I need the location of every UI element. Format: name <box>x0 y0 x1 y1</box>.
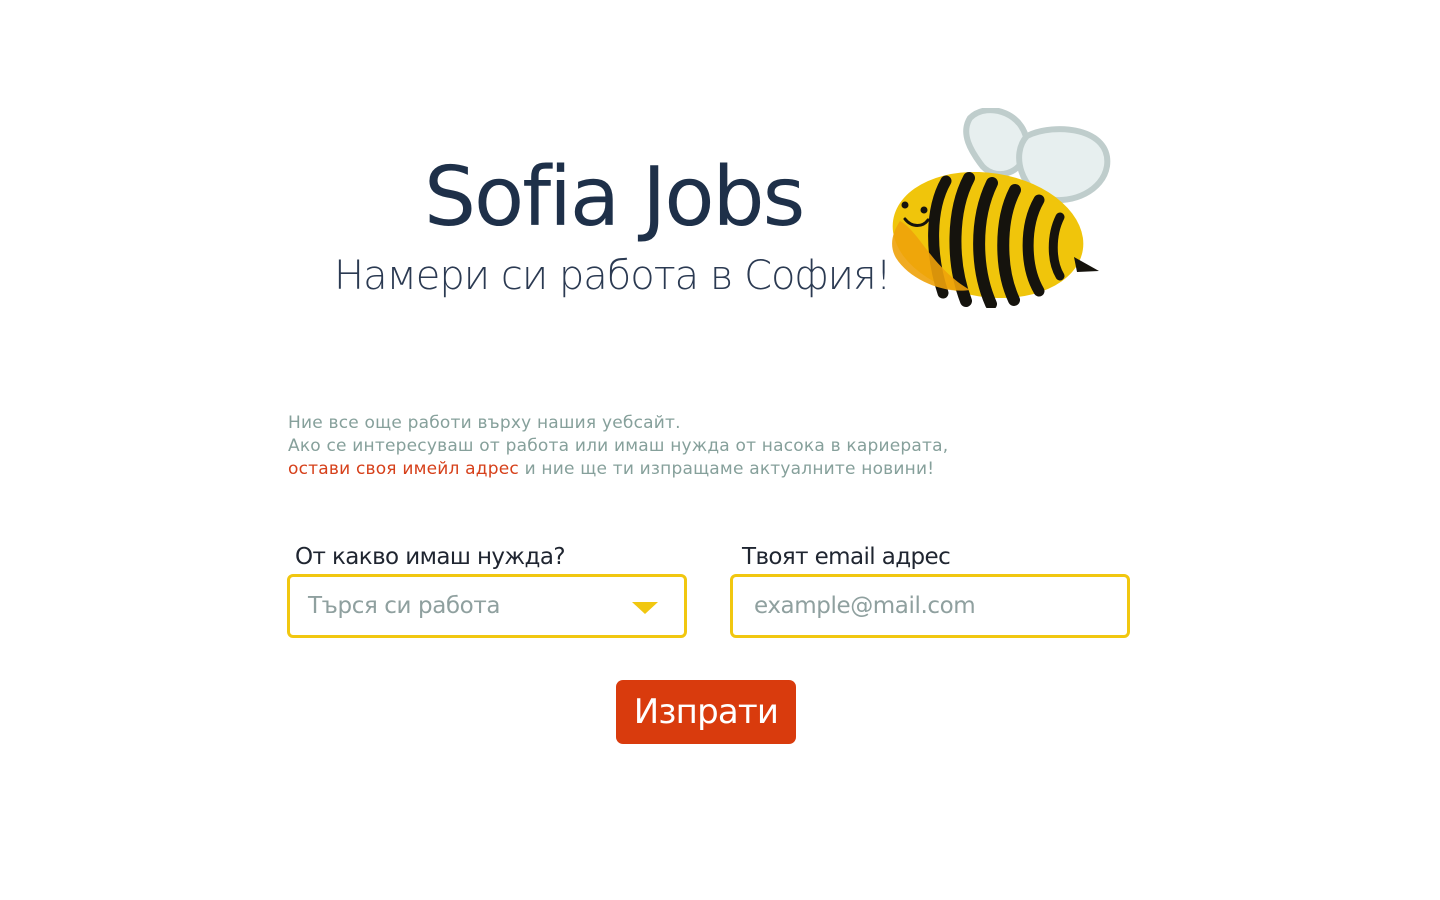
site-subtitle: Намери си работа в София! <box>334 253 892 299</box>
email-call-to-action: остави своя имейл адрес <box>288 459 519 479</box>
email-field-container <box>730 574 1130 638</box>
notice-line-1: Ние все още работи върху нашия уебсайт. <box>288 413 681 433</box>
notice-line-2: Ако се интересуваш от работа или имаш ну… <box>288 436 949 456</box>
site-title: Sofia Jobs <box>424 150 805 245</box>
notice-line-3-rest: и ние ще ти изпращаме актуалните новини! <box>518 459 935 479</box>
email-field[interactable] <box>733 577 1127 635</box>
bee-icon <box>892 108 1111 308</box>
submit-button[interactable]: Изпрати <box>616 680 796 744</box>
need-dropdown[interactable]: Търся си работа <box>287 574 687 638</box>
notice-line-3: остави своя имейл адрес и ние ще ти изпр… <box>288 458 988 481</box>
landing-page: Sofia Jobs Намери си работа в София! Ние… <box>0 0 1440 900</box>
coming-soon-notice: Ние все още работи върху нашия уебсайт. … <box>288 412 988 481</box>
need-dropdown-value: Търся си работа <box>308 593 501 619</box>
email-field-label: Твоят email адрес <box>742 544 951 570</box>
need-field-label: От какво имаш нужда? <box>295 544 566 570</box>
chevron-down-icon <box>632 602 658 614</box>
